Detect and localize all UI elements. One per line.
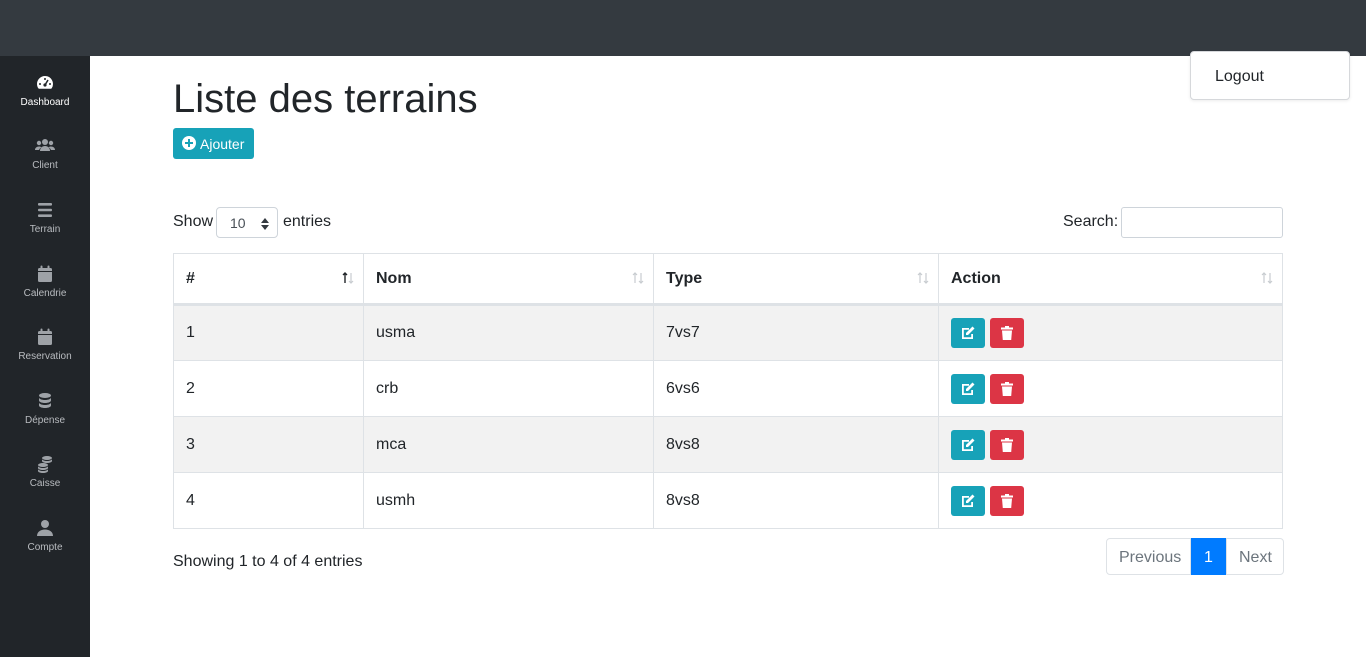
column-header-nom[interactable]: Nom bbox=[363, 253, 654, 306]
page-length-select[interactable]: 10 bbox=[216, 207, 278, 238]
sidebar-item-label: Reservation bbox=[18, 351, 72, 362]
cell-id: 2 bbox=[173, 360, 364, 417]
delete-button[interactable] bbox=[990, 373, 1025, 404]
edit-icon bbox=[962, 494, 975, 507]
previous-page-button[interactable]: Previous bbox=[1106, 538, 1191, 575]
dashboard-icon bbox=[35, 73, 55, 93]
trash-icon bbox=[1001, 493, 1014, 508]
select-arrows-icon bbox=[261, 217, 269, 230]
top-navbar bbox=[0, 0, 1366, 56]
column-header-label: # bbox=[186, 269, 195, 287]
column-header-label: Nom bbox=[376, 269, 412, 287]
sidebar-item-calendrie[interactable]: Calendrie bbox=[0, 264, 90, 320]
sidebar-item-dashboard[interactable]: Dashboard bbox=[0, 73, 90, 129]
bars-icon bbox=[35, 200, 55, 220]
table-row: 4 usmh 8vs8 bbox=[173, 472, 1283, 529]
search-input[interactable] bbox=[1121, 207, 1283, 238]
cell-type: 7vs7 bbox=[653, 304, 939, 361]
edit-icon bbox=[962, 438, 975, 451]
sort-icon bbox=[916, 271, 930, 285]
cell-nom: crb bbox=[363, 360, 654, 417]
cell-action bbox=[938, 304, 1283, 361]
cell-id: 3 bbox=[173, 416, 364, 473]
sidebar-item-label: Terrain bbox=[29, 224, 61, 235]
coins-icon bbox=[35, 454, 55, 474]
add-button-label: Ajouter bbox=[200, 136, 245, 152]
cell-nom: usma bbox=[363, 304, 654, 361]
sidebar-item-label: Dashboard bbox=[20, 97, 70, 108]
terrains-table: # Nom Type Action 1 usma 7vs7 2 crb 6vs6… bbox=[173, 253, 1283, 529]
show-label: Show bbox=[173, 213, 214, 230]
add-button[interactable]: Ajouter bbox=[173, 128, 254, 159]
cell-type: 8vs8 bbox=[653, 416, 939, 473]
edit-button[interactable] bbox=[951, 429, 985, 460]
cell-nom: mca bbox=[363, 416, 654, 473]
next-page-button[interactable]: Next bbox=[1226, 538, 1284, 575]
user-icon bbox=[35, 518, 55, 538]
sidebar-item-reservation[interactable]: Reservation bbox=[0, 327, 90, 383]
logout-menu-item[interactable]: Logout bbox=[1190, 51, 1350, 100]
table-row: 2 crb 6vs6 bbox=[173, 360, 1283, 417]
calendar-icon bbox=[35, 327, 55, 347]
cell-id: 1 bbox=[173, 304, 364, 361]
cell-action bbox=[938, 360, 1283, 417]
cell-type: 6vs6 bbox=[653, 360, 939, 417]
sidebar-item-compte[interactable]: Compte bbox=[0, 518, 90, 574]
sidebar-item-caisse[interactable]: Caisse bbox=[0, 454, 90, 510]
table-header-row: # Nom Type Action bbox=[173, 253, 1283, 306]
column-header-label: Type bbox=[666, 269, 703, 287]
database-icon bbox=[35, 391, 55, 411]
sidebar: Dashboard Client Terrain Calendrie Reser… bbox=[0, 56, 90, 657]
cell-type: 8vs8 bbox=[653, 472, 939, 529]
sidebar-item-client[interactable]: Client bbox=[0, 136, 90, 192]
cell-nom: usmh bbox=[363, 472, 654, 529]
page-1-button[interactable]: 1 bbox=[1191, 538, 1226, 575]
trash-icon bbox=[1001, 437, 1014, 452]
trash-icon bbox=[1001, 381, 1014, 396]
table-row: 1 usma 7vs7 bbox=[173, 304, 1283, 361]
delete-button[interactable] bbox=[990, 429, 1025, 460]
column-header-id[interactable]: # bbox=[173, 253, 364, 306]
sort-asc-icon bbox=[341, 271, 355, 285]
edit-button[interactable] bbox=[951, 373, 985, 404]
sidebar-item-terrain[interactable]: Terrain bbox=[0, 200, 90, 256]
column-header-label: Action bbox=[951, 269, 1001, 287]
edit-icon bbox=[962, 326, 975, 339]
column-header-action[interactable]: Action bbox=[938, 253, 1283, 306]
cell-id: 4 bbox=[173, 472, 364, 529]
page-title: Liste des terrains bbox=[173, 77, 478, 121]
edit-button[interactable] bbox=[951, 485, 985, 516]
delete-button[interactable] bbox=[990, 318, 1025, 348]
delete-button[interactable] bbox=[990, 485, 1025, 516]
search-label: Search: bbox=[1063, 213, 1119, 230]
cell-action bbox=[938, 472, 1283, 529]
edit-icon bbox=[962, 382, 975, 395]
sidebar-item-label: Client bbox=[32, 160, 58, 171]
trash-icon bbox=[1001, 326, 1014, 340]
sort-icon bbox=[1260, 271, 1274, 285]
edit-button[interactable] bbox=[951, 318, 985, 348]
calendar-icon bbox=[35, 264, 55, 284]
cell-action bbox=[938, 416, 1283, 473]
sort-icon bbox=[631, 271, 645, 285]
pagination: Previous 1 Next bbox=[1106, 538, 1284, 575]
sidebar-item-label: Compte bbox=[27, 542, 63, 553]
users-icon bbox=[35, 136, 55, 156]
column-header-type[interactable]: Type bbox=[653, 253, 939, 306]
entries-label: entries bbox=[283, 213, 332, 230]
sidebar-item-depense[interactable]: Dépense bbox=[0, 391, 90, 447]
table-row: 3 mca 8vs8 bbox=[173, 416, 1283, 473]
plus-circle-icon bbox=[182, 136, 196, 150]
table-info: Showing 1 to 4 of 4 entries bbox=[173, 553, 363, 570]
sidebar-item-label: Caisse bbox=[29, 478, 61, 489]
sidebar-item-label: Calendrie bbox=[23, 288, 67, 299]
page-length-value: 10 bbox=[230, 215, 246, 231]
sidebar-item-label: Dépense bbox=[24, 415, 66, 426]
